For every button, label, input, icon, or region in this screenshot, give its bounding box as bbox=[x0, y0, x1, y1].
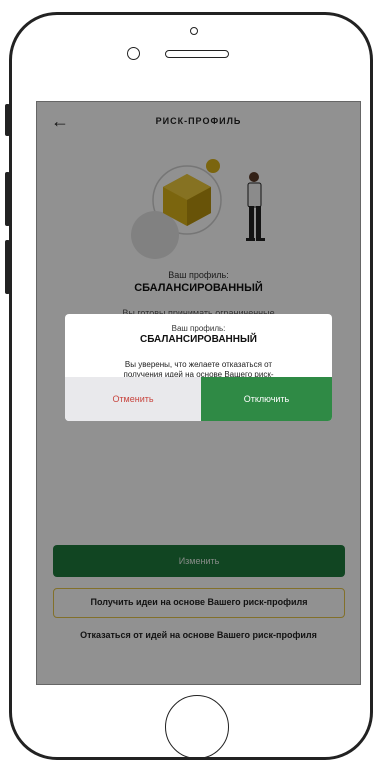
earpiece-speaker bbox=[165, 50, 229, 58]
dialog-profile-value: СБАЛАНСИРОВАННЫЙ bbox=[140, 334, 257, 345]
home-button[interactable] bbox=[165, 695, 229, 759]
cancel-button[interactable]: Отменить bbox=[65, 377, 201, 421]
dialog-actions: Отменить Отключить bbox=[65, 377, 332, 421]
side-button-volume-down bbox=[5, 240, 10, 294]
sensor-lens bbox=[127, 47, 140, 60]
disable-button[interactable]: Отключить bbox=[201, 377, 332, 421]
front-camera bbox=[190, 27, 198, 35]
dialog-profile-caption: Ваш профиль: bbox=[171, 324, 226, 333]
side-button-mute bbox=[5, 104, 10, 136]
side-button-volume-up bbox=[5, 172, 10, 226]
confirm-dialog: Ваш профиль: СБАЛАНСИРОВАННЫЙ Вы уверены… bbox=[65, 314, 332, 421]
app-screen: ← РИСК-ПРОФИЛЬ Ваш профиль: СБАЛАНСИРОВА… bbox=[36, 101, 361, 685]
